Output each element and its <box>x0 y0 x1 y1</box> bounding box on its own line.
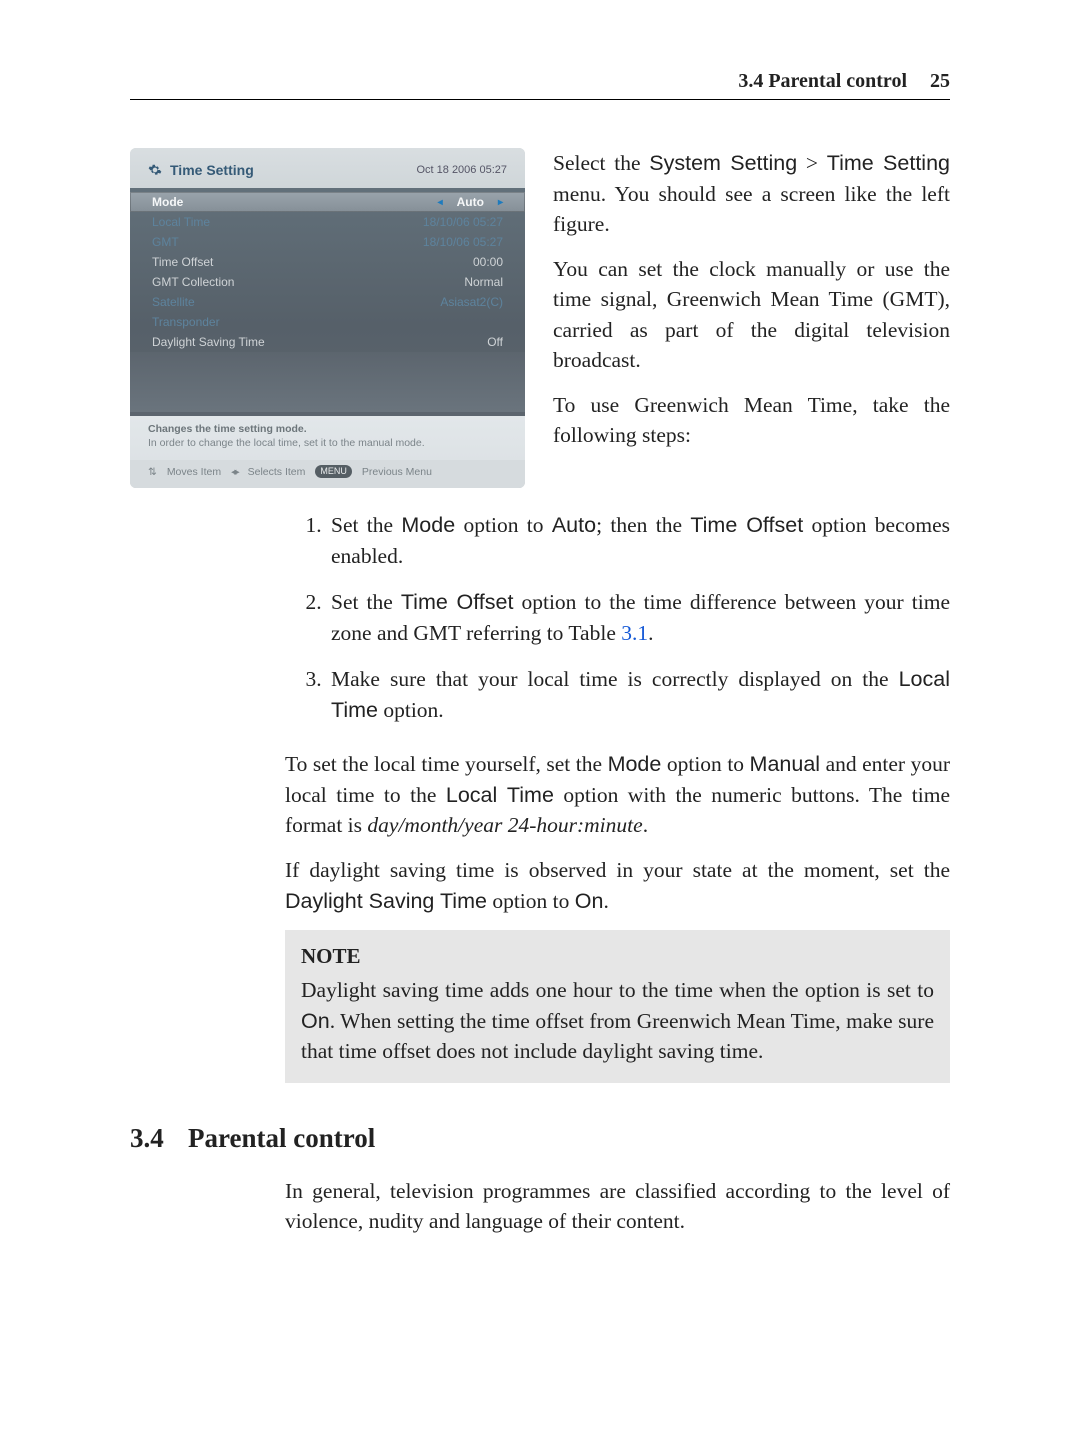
steps-list: Set the Mode option to Auto; then the Ti… <box>285 510 950 725</box>
note-body: Daylight saving time adds one hour to th… <box>301 975 934 1067</box>
setting-label: GMT <box>152 235 179 249</box>
page-number: 25 <box>930 70 950 92</box>
setting-row-time-offset[interactable]: Time Offset 00:00 <box>130 252 525 272</box>
screenshot-titlebar: Time Setting Oct 18 2006 05:27 <box>130 148 525 188</box>
note-title: NOTE <box>301 944 934 969</box>
gear-icon <box>148 163 162 177</box>
setting-label: Satellite <box>152 295 195 309</box>
step-3: Make sure that your local time is correc… <box>327 664 950 725</box>
setting-label: GMT Collection <box>152 275 234 289</box>
setting-value: Auto <box>438 195 503 209</box>
setting-value: 18/10/06 05:27 <box>423 215 503 229</box>
intro-paragraph-2: You can set the clock manually or use th… <box>553 254 950 376</box>
screenshot-footer-hints: Moves Item Selects Item MENU Previous Me… <box>130 460 525 488</box>
setting-row-gmt-collection[interactable]: GMT Collection Normal <box>130 272 525 292</box>
screenshot-settings-list: Mode Auto Local Time 18/10/06 05:27 GMT … <box>130 188 525 416</box>
intro-paragraph-1: Select the System Setting > Time Setting… <box>553 148 950 240</box>
table-3-1-link[interactable]: 3.1 <box>621 621 648 645</box>
setting-row-transponder: Transponder <box>130 312 525 332</box>
step-1: Set the Mode option to Auto; then the Ti… <box>327 510 950 571</box>
time-setting-screenshot: Time Setting Oct 18 2006 05:27 Mode Auto… <box>130 148 525 488</box>
setting-label: Mode <box>152 195 183 209</box>
section-3-4-intro: In general, television programmes are cl… <box>285 1176 950 1237</box>
setting-row-mode[interactable]: Mode Auto <box>130 192 525 212</box>
menu-key-icon: MENU <box>315 465 352 478</box>
setting-label: Daylight Saving Time <box>152 335 265 349</box>
leftright-icon <box>231 466 238 478</box>
setting-value: 18/10/06 05:27 <box>423 235 503 249</box>
setting-label: Time Offset <box>152 255 213 269</box>
step-2: Set the Time Offset option to the time d… <box>327 587 950 648</box>
setting-value: Normal <box>464 275 503 289</box>
setting-value: 00:00 <box>473 255 503 269</box>
section-heading-3-4: 3.4Parental control <box>130 1123 950 1154</box>
updown-icon <box>148 466 157 478</box>
setting-row-satellite: Satellite Asiasat2(C) <box>130 292 525 312</box>
setting-row-dst[interactable]: Daylight Saving Time Off <box>130 332 525 352</box>
setting-value: Off <box>487 335 503 349</box>
screenshot-timestamp: Oct 18 2006 05:27 <box>416 164 507 176</box>
paragraph-manual-mode: To set the local time yourself, set the … <box>285 749 950 841</box>
setting-label: Local Time <box>152 215 210 229</box>
running-header-section: 3.4 Parental control <box>738 70 907 92</box>
setting-row-gmt: GMT 18/10/06 05:27 <box>130 232 525 252</box>
screenshot-title: Time Setting <box>170 162 254 178</box>
running-header: 3.4 Parental control 25 <box>130 70 950 100</box>
setting-label: Transponder <box>152 315 220 329</box>
setting-row-local-time: Local Time 18/10/06 05:27 <box>130 212 525 232</box>
note-box: NOTE Daylight saving time adds one hour … <box>285 930 950 1083</box>
intro-paragraph-3: To use Greenwich Mean Time, take the fol… <box>553 390 950 451</box>
setting-value: Asiasat2(C) <box>440 295 503 309</box>
paragraph-dst: If daylight saving time is observed in y… <box>285 855 950 916</box>
screenshot-help-text: Changes the time setting mode. In order … <box>130 416 525 460</box>
